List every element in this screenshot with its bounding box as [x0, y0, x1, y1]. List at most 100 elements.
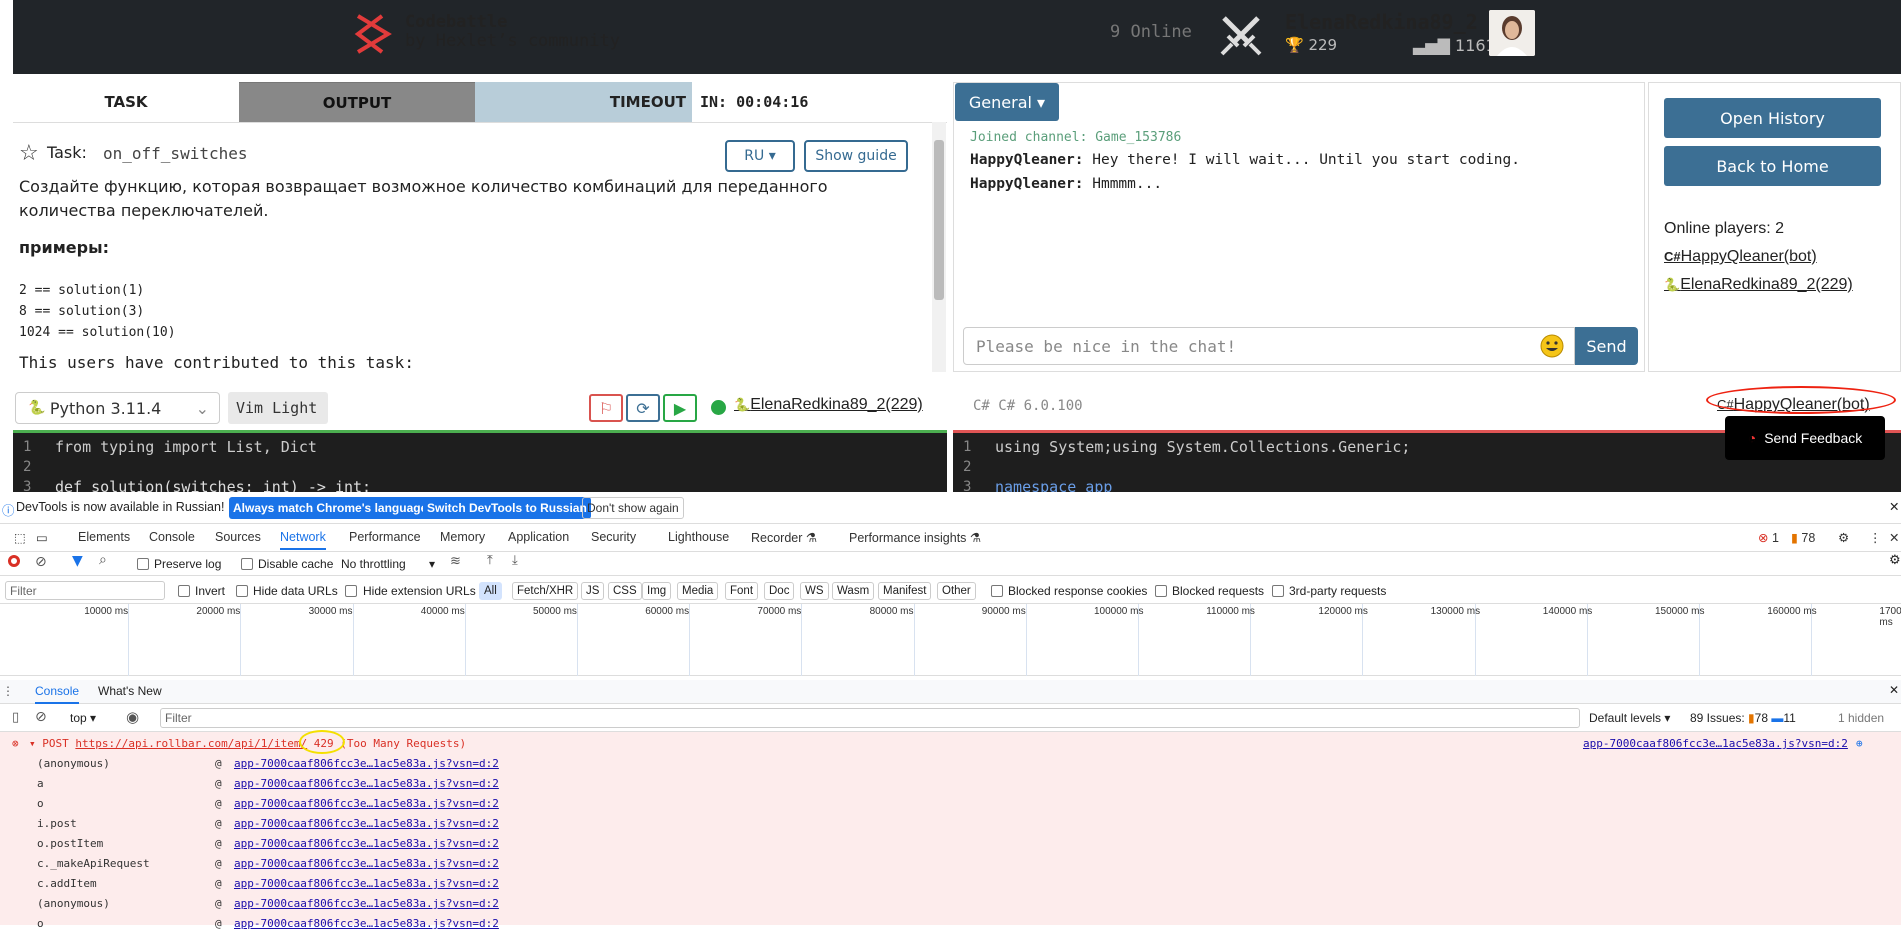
- warning-count[interactable]: ▮ 78: [1791, 530, 1815, 545]
- switch-to-russian-button[interactable]: Switch DevTools to Russian: [423, 497, 591, 519]
- tab-output[interactable]: OUTPUT: [239, 82, 475, 122]
- player-link[interactable]: C#HappyQleaner(bot): [1664, 248, 1817, 266]
- back-to-home-button[interactable]: Back to Home: [1664, 146, 1881, 186]
- editor-language-select[interactable]: 🐍 Python 3.11.4 ⌄: [15, 392, 220, 424]
- star-icon[interactable]: ☆: [19, 141, 39, 166]
- reset-refresh-icon[interactable]: ⟳: [626, 394, 660, 422]
- brand-title[interactable]: Codebattle: [405, 12, 507, 32]
- emoji-picker-icon[interactable]: [1540, 334, 1564, 358]
- expand-triangle-icon[interactable]: ▾: [29, 737, 36, 750]
- channel-dropdown[interactable]: General ▾: [955, 83, 1059, 121]
- run-play-icon[interactable]: ▶: [663, 394, 697, 422]
- export-download-icon[interactable]: ⤓: [512, 553, 518, 568]
- filter-type-other[interactable]: Other: [937, 582, 976, 600]
- filter-type-all[interactable]: All: [479, 582, 502, 600]
- network-conditions-icon[interactable]: ≋: [450, 554, 461, 569]
- stack-frame-source-link[interactable]: app-7000caaf806fcc3e…1ac5e83a.js?vsn=d:2: [234, 757, 499, 770]
- settings-gear-icon[interactable]: ⚙: [1838, 530, 1849, 545]
- filter-type-css[interactable]: CSS: [608, 582, 642, 600]
- log-levels-select[interactable]: Default levels ▾: [1589, 711, 1670, 725]
- chat-input[interactable]: Please be nice in the chat!: [963, 327, 1575, 365]
- left-code-editor[interactable]: 1 2 3 from typing import List, Dict def …: [13, 430, 947, 496]
- blocked-requests-checkbox[interactable]: [1155, 585, 1167, 597]
- player-link[interactable]: 🐍ElenaRedkina89_2(229): [1664, 276, 1853, 294]
- stack-frame-source-link[interactable]: app-7000caaf806fcc3e…1ac5e83a.js?vsn=d:2: [234, 797, 499, 810]
- codebattle-logo-icon[interactable]: [352, 12, 396, 56]
- live-expression-eye-icon[interactable]: ◉: [126, 708, 139, 726]
- player-name[interactable]: ElenaRedkina89_2(229): [1680, 276, 1853, 293]
- player-name[interactable]: ElenaRedkina89_2(229): [750, 396, 923, 413]
- device-toolbar-icon[interactable]: ▭: [36, 530, 48, 545]
- tab-console[interactable]: Console: [149, 530, 195, 544]
- dont-show-again-button[interactable]: Don't show again: [582, 497, 684, 519]
- tab-task[interactable]: TASK: [13, 82, 239, 122]
- disable-cache-checkbox[interactable]: [241, 558, 253, 570]
- filter-type-js[interactable]: JS: [581, 582, 605, 600]
- tab-application[interactable]: Application: [508, 530, 569, 544]
- player-name[interactable]: HappyQleaner(bot): [1681, 248, 1817, 265]
- drawer-menu-icon[interactable]: ⋮: [2, 684, 14, 698]
- more-options-icon[interactable]: ⋮: [1869, 530, 1882, 545]
- stack-frame-source-link[interactable]: app-7000caaf806fcc3e…1ac5e83a.js?vsn=d:2: [234, 877, 499, 890]
- filter-type-doc[interactable]: Doc: [764, 582, 795, 600]
- close-devtools-icon[interactable]: ✕: [1889, 530, 1899, 545]
- globe-icon[interactable]: ⊕: [1856, 737, 1863, 750]
- clear-icon[interactable]: ⊘: [35, 554, 47, 570]
- issues-counter[interactable]: 89 Issues: ▮78 ▬11: [1690, 711, 1796, 725]
- filter-type-media[interactable]: Media: [677, 582, 719, 600]
- close-drawer-icon[interactable]: ✕: [1889, 683, 1899, 697]
- tab-security[interactable]: Security: [591, 530, 636, 544]
- network-filter-input[interactable]: Filter: [5, 581, 165, 600]
- console-filter-input[interactable]: Filter: [160, 708, 1580, 728]
- stack-frame-source-link[interactable]: app-7000caaf806fcc3e…1ac5e83a.js?vsn=d:2: [234, 857, 499, 870]
- give-up-flag-icon[interactable]: ⚐: [589, 394, 623, 422]
- blocked-cookies-checkbox[interactable]: [991, 585, 1003, 597]
- record-icon[interactable]: [8, 555, 20, 567]
- show-guide-button[interactable]: Show guide: [804, 140, 908, 172]
- send-button[interactable]: Send: [1575, 327, 1638, 365]
- stack-frame-source-link[interactable]: app-7000caaf806fcc3e…1ac5e83a.js?vsn=d:2: [234, 897, 499, 910]
- invert-checkbox[interactable]: [178, 585, 190, 597]
- drawer-tab-whats-new[interactable]: What's New: [98, 684, 162, 698]
- filter-type-manifest[interactable]: Manifest: [878, 582, 932, 600]
- hide-extension-urls-checkbox[interactable]: [345, 585, 357, 597]
- drawer-tab-console[interactable]: Console: [35, 680, 80, 704]
- always-match-language-button[interactable]: Always match Chrome's language: [229, 497, 432, 519]
- stack-frame-source-link[interactable]: app-7000caaf806fcc3e…1ac5e83a.js?vsn=d:2: [234, 917, 499, 930]
- filter-type-wasm[interactable]: Wasm: [832, 582, 875, 600]
- filter-funnel-icon[interactable]: ▼: [72, 553, 83, 569]
- open-history-button[interactable]: Open History: [1664, 98, 1881, 138]
- tab-recorder[interactable]: Recorder ⚗: [751, 530, 817, 545]
- tab-lighthouse[interactable]: Lighthouse: [668, 530, 729, 544]
- task-scrollbar-thumb[interactable]: [934, 140, 944, 300]
- send-feedback-button[interactable]: ◔ Send Feedback: [1725, 416, 1885, 460]
- clear-console-icon[interactable]: ⊘: [35, 709, 47, 725]
- stack-frame-source-link[interactable]: app-7000caaf806fcc3e…1ac5e83a.js?vsn=d:2: [234, 837, 499, 850]
- third-party-checkbox[interactable]: [1272, 585, 1284, 597]
- filter-type-fetch-xhr[interactable]: Fetch/XHR: [512, 582, 579, 600]
- tab-elements[interactable]: Elements: [78, 530, 130, 544]
- header-username[interactable]: ElenaRedkina89_2: [1285, 10, 1478, 34]
- stack-frame-source-link[interactable]: app-7000caaf806fcc3e…1ac5e83a.js?vsn=d:2: [234, 817, 499, 830]
- sidebar-toggle-icon[interactable]: ▯: [12, 710, 19, 725]
- tab-memory[interactable]: Memory: [440, 530, 485, 544]
- error-url[interactable]: https://api.rollbar.com/api/1/item/: [75, 737, 307, 750]
- avatar[interactable]: [1489, 10, 1535, 56]
- search-icon[interactable]: ⌕: [99, 552, 107, 568]
- tab-performance[interactable]: Performance: [349, 530, 421, 544]
- preserve-log-checkbox[interactable]: [137, 558, 149, 570]
- error-count[interactable]: ⊗ 1: [1758, 530, 1779, 545]
- editor-mode-toggle[interactable]: Vim Light: [228, 392, 328, 424]
- import-upload-icon[interactable]: ⤒: [487, 553, 493, 568]
- close-icon[interactable]: ✕: [1889, 499, 1899, 514]
- error-headline[interactable]: ▾ POST https://api.rollbar.com/api/1/ite…: [29, 737, 466, 750]
- tab-sources[interactable]: Sources: [215, 530, 261, 544]
- online-count[interactable]: 9 Online: [1110, 22, 1192, 42]
- filter-type-img[interactable]: Img: [642, 582, 672, 600]
- network-timeline-overview[interactable]: [0, 604, 1901, 676]
- throttling-select[interactable]: No throttling ▾: [341, 557, 435, 571]
- language-dropdown[interactable]: RU ▾: [725, 140, 795, 172]
- inspect-element-icon[interactable]: ⬚: [14, 530, 26, 545]
- filter-type-ws[interactable]: WS: [800, 582, 829, 600]
- left-player-link[interactable]: 🐍ElenaRedkina89_2(229): [734, 396, 923, 414]
